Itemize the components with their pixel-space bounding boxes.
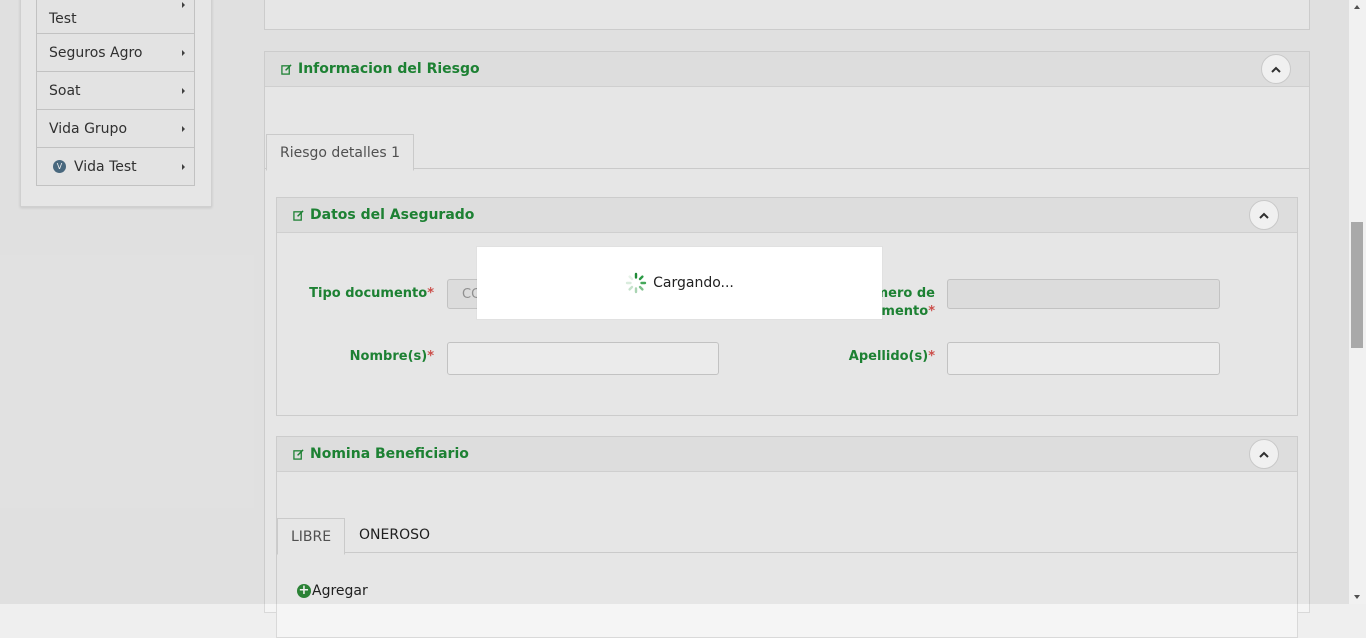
edit-icon: [281, 63, 292, 75]
menu-item-vida-test[interactable]: V Vida Test: [37, 148, 194, 185]
tipo-documento-label: Tipo documento*: [309, 286, 434, 301]
menu-item-seguros-agro[interactable]: Seguros Agro: [37, 34, 194, 72]
menu-item-label: Soat: [49, 82, 81, 99]
tab-oneroso[interactable]: ONEROSO: [346, 518, 443, 552]
edit-icon: [293, 209, 304, 221]
asegurado-panel-title: Datos del Asegurado: [310, 207, 475, 223]
product-menu: Test Seguros Agro Soat Vida Grupo V Vida…: [36, 0, 195, 186]
chevron-right-icon: [182, 163, 185, 170]
riesgo-panel-header: Informacion del Riesgo: [265, 52, 1309, 87]
previous-panel: [264, 0, 1310, 30]
tab-libre[interactable]: LIBRE: [277, 518, 346, 555]
menu-item-soat[interactable]: Soat: [37, 72, 194, 110]
nombres-label: Nombre(s)*: [349, 349, 434, 364]
collapse-button[interactable]: [1261, 54, 1291, 84]
beneficiario-panel-header: Nomina Beneficiario: [277, 437, 1297, 472]
scrollbar-thumb[interactable]: [1351, 222, 1363, 348]
menu-item-test[interactable]: Test: [37, 0, 194, 34]
chevron-up-icon: [1259, 451, 1269, 458]
chevron-right-icon: [182, 49, 185, 56]
scroll-up-icon[interactable]: [1354, 5, 1360, 9]
beneficiario-tabs: LIBRE ONEROSO: [277, 518, 1297, 555]
asegurado-panel-header: Datos del Asegurado: [277, 198, 1297, 233]
riesgo-panel: Informacion del Riesgo Riesgo detalles 1…: [264, 51, 1310, 638]
apellidos-label: Apellido(s)*: [848, 349, 935, 364]
scroll-down-icon[interactable]: [1354, 595, 1360, 599]
vida-icon: V: [53, 160, 66, 173]
collapse-button[interactable]: [1249, 439, 1279, 469]
chevron-right-icon: [182, 2, 185, 8]
chevron-right-icon: [182, 125, 185, 132]
numero-documento-field[interactable]: [947, 279, 1220, 309]
menu-item-label: Vida Grupo: [49, 120, 128, 137]
apellidos-field[interactable]: [947, 342, 1220, 375]
nombres-field[interactable]: [447, 342, 719, 375]
menu-item-label: Vida Test: [74, 158, 137, 175]
beneficiario-panel-title: Nomina Beneficiario: [310, 446, 469, 462]
menu-item-vida-grupo[interactable]: Vida Grupo: [37, 110, 194, 148]
tab-riesgo-detalles-1[interactable]: Riesgo detalles 1: [266, 134, 415, 171]
riesgo-tabs: Riesgo detalles 1: [265, 134, 1309, 171]
vertical-scrollbar[interactable]: [1349, 0, 1366, 604]
spinner-icon: [625, 272, 647, 294]
add-beneficiary-button[interactable]: + Agregar: [297, 583, 368, 599]
menu-item-label: Seguros Agro: [49, 44, 143, 61]
edit-icon: [293, 448, 304, 460]
loading-dialog: Cargando...: [477, 247, 882, 319]
loading-text: Cargando...: [653, 275, 734, 291]
chevron-right-icon: [182, 87, 185, 94]
beneficiario-panel: Nomina Beneficiario LIBRE ONEROSO + Agre…: [276, 436, 1298, 638]
chevron-up-icon: [1259, 212, 1269, 219]
collapse-button[interactable]: [1249, 200, 1279, 230]
plus-icon: +: [297, 583, 311, 598]
chevron-up-icon: [1271, 66, 1281, 73]
riesgo-panel-title: Informacion del Riesgo: [298, 61, 480, 77]
menu-item-label: Test: [49, 11, 77, 27]
